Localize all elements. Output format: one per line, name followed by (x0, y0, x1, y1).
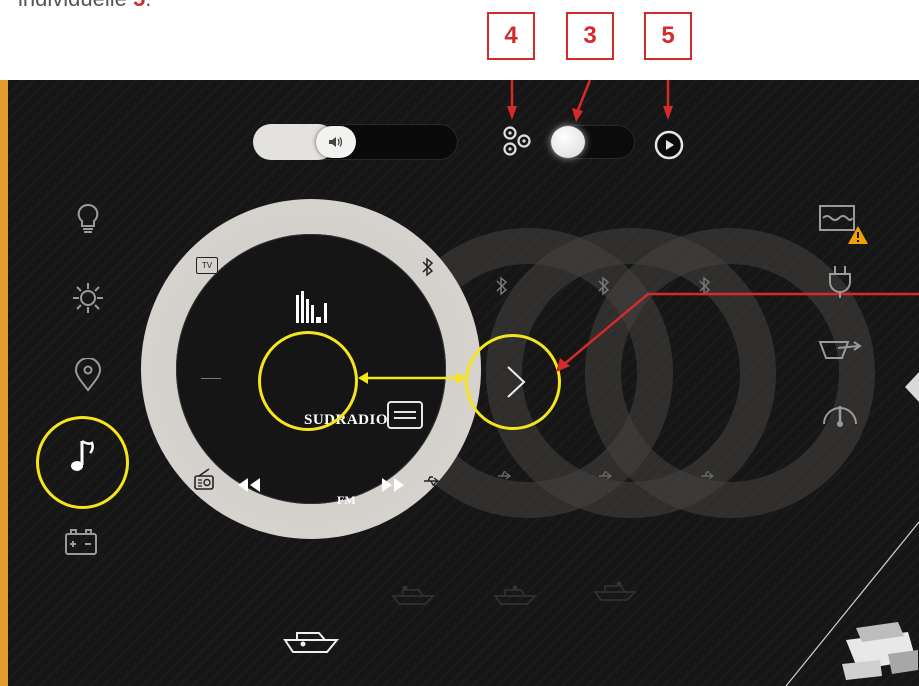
gauge-icon[interactable] (820, 396, 860, 430)
fast-forward-icon[interactable] (380, 476, 406, 494)
zones-icon[interactable] (501, 126, 533, 158)
panel-expand-tab[interactable] (903, 372, 919, 402)
boat-home-icon[interactable] (283, 626, 339, 656)
double-arrow-annotation (358, 372, 466, 384)
red-pointer-arrow (556, 292, 919, 372)
catamaran-image (785, 521, 919, 686)
volume-knob[interactable] (316, 126, 356, 158)
speaker-icon (329, 137, 343, 147)
tv-source-icon[interactable]: TV (196, 257, 218, 274)
radio-icon[interactable] (193, 467, 215, 491)
usb-icon (498, 471, 511, 480)
callout-3: 3 (566, 12, 614, 60)
caption-text: individuelle 5. (18, 0, 151, 12)
equalizer-icon[interactable] (294, 291, 336, 323)
bluetooth-icon[interactable] (421, 257, 435, 277)
power-toggle[interactable] (550, 125, 635, 159)
bluetooth-icon (496, 276, 508, 296)
location-pin-icon[interactable] (72, 358, 104, 394)
toggle-knob (551, 126, 585, 158)
battery-icon[interactable] (64, 527, 98, 557)
usb-icon (701, 471, 714, 480)
callout-arrows (507, 80, 673, 122)
callout-4: 4 (487, 12, 535, 60)
wiper-icon[interactable] (818, 336, 862, 364)
shore-power-plug-icon[interactable] (826, 264, 854, 300)
usb-icon[interactable] (423, 475, 439, 487)
station-highlight-circle (258, 331, 358, 431)
band-label: FM (337, 493, 356, 507)
water-tank-warning-icon[interactable] (818, 204, 870, 248)
music-highlight-circle (36, 416, 129, 509)
boat-control-screen: TV SUDRADIO FM (8, 80, 919, 686)
play-icon[interactable] (654, 130, 684, 160)
light-bulb-icon[interactable] (74, 202, 102, 236)
climate-icon[interactable] (71, 281, 105, 315)
boat-zone-icon[interactable] (493, 584, 537, 606)
usb-icon (599, 471, 612, 480)
callout-5: 5 (644, 12, 692, 60)
document-header: individuelle 5. 4 3 5 (0, 0, 919, 80)
rewind-icon[interactable] (236, 476, 262, 494)
left-divider (201, 378, 221, 379)
boat-zone-icon[interactable] (593, 580, 637, 602)
screen-bezel (0, 80, 8, 686)
menu-list-icon[interactable] (386, 400, 424, 430)
volume-slider[interactable] (253, 124, 458, 160)
chevron-right-icon[interactable] (503, 364, 529, 400)
boat-zone-icon[interactable] (391, 584, 435, 606)
